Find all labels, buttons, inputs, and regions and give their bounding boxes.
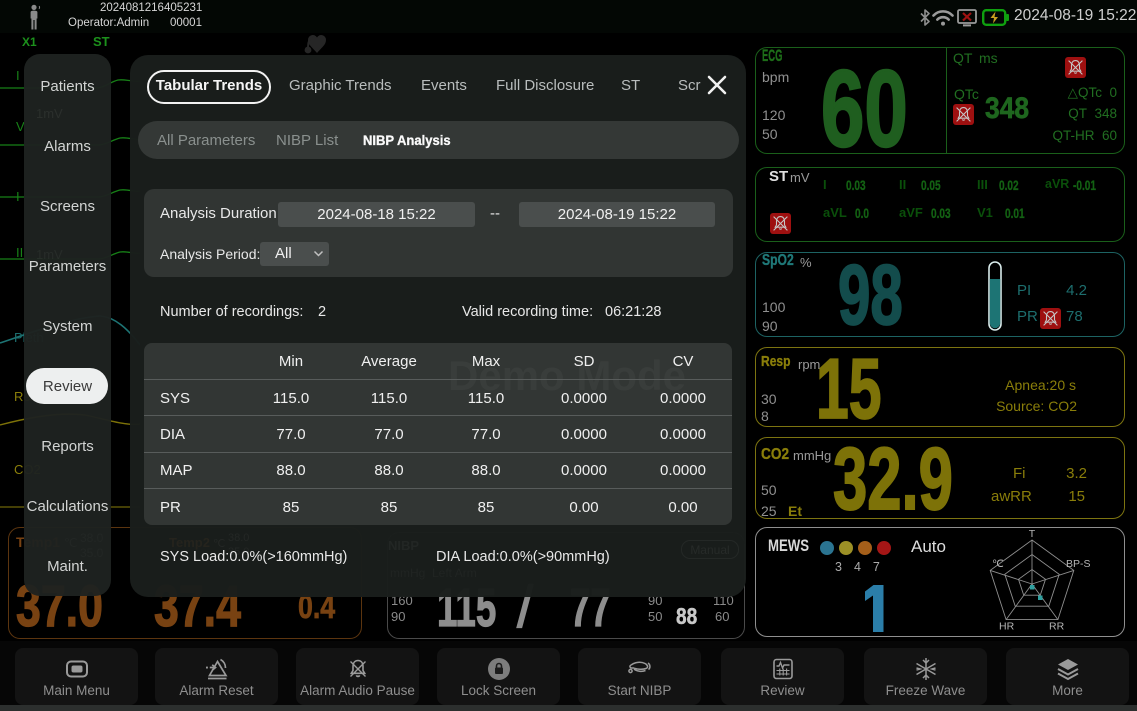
svg-text:HR: HR xyxy=(999,621,1015,633)
svg-text:℃: ℃ xyxy=(992,558,1004,570)
svg-text:T: T xyxy=(1029,528,1036,540)
svg-text:BP-S: BP-S xyxy=(1066,558,1091,570)
svg-text:RR: RR xyxy=(1049,621,1065,633)
